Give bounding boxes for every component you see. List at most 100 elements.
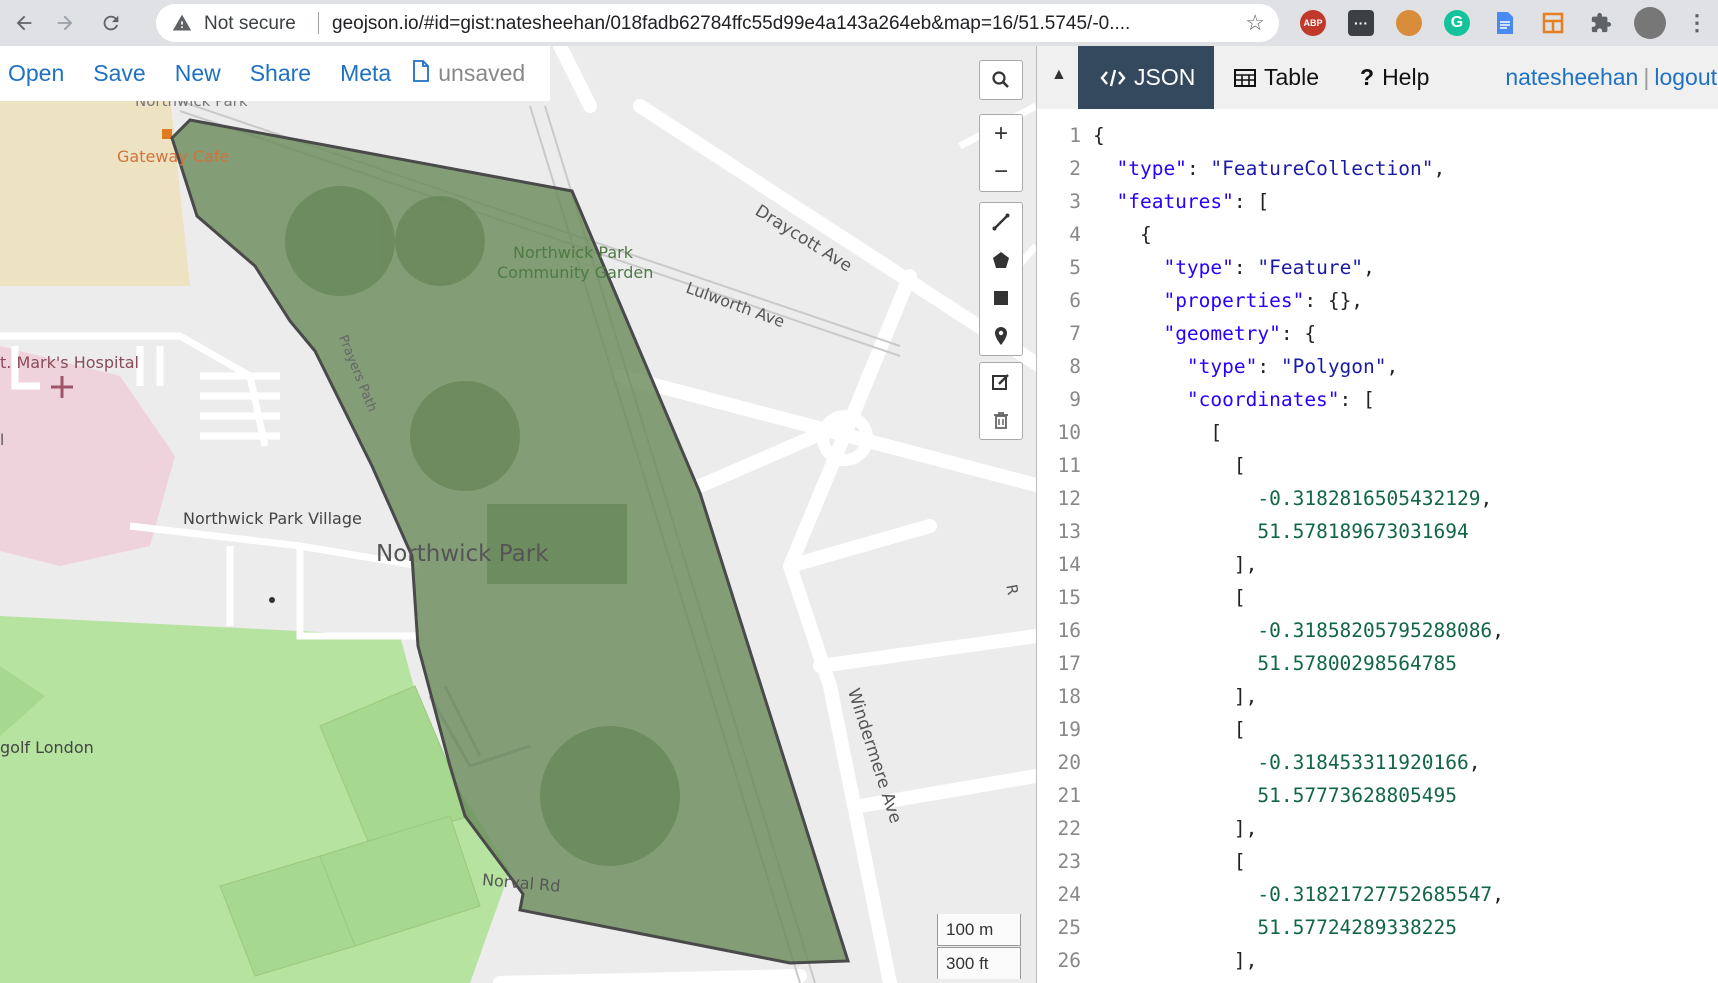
draw-rectangle-icon[interactable] xyxy=(980,279,1022,317)
line-number: 25 xyxy=(1057,916,1081,939)
layout-icon[interactable] xyxy=(1540,10,1566,36)
file-icon xyxy=(412,60,430,87)
user-links: natesheehan | logout xyxy=(1505,64,1717,91)
collapse-icon[interactable]: ▲ xyxy=(1051,66,1067,84)
puzzle-icon[interactable] xyxy=(1588,10,1614,36)
address-bar[interactable]: Not secure geojson.io/#id=gist:natesheeh… xyxy=(156,4,1279,42)
security-label: Not secure xyxy=(204,13,296,34)
address-divider xyxy=(318,12,319,34)
code-area[interactable]: { "type": "FeatureCollection", "features… xyxy=(1093,119,1504,977)
tab-help-label: Help xyxy=(1382,64,1430,90)
profile-avatar[interactable] xyxy=(1634,7,1666,39)
line-number-gutter: 1 2 3 4 5 6 7 8 9 10 11 12 13 14 15 16 17 18 19 20 21 22 23 24 2… xyxy=(1037,119,1081,977)
file-status: unsaved xyxy=(412,60,525,87)
star-icon[interactable]: ☆ xyxy=(1245,10,1265,36)
code-line: [ xyxy=(1093,454,1246,477)
tab-help[interactable]: ? Help xyxy=(1360,46,1429,109)
extension-icon[interactable]: ··· xyxy=(1348,10,1374,36)
map-base xyxy=(0,46,1036,983)
line-number: 24 xyxy=(1057,883,1081,906)
code-line: "coordinates": [ xyxy=(1186,388,1375,411)
code-line: -0.3182816505432129, xyxy=(1257,487,1493,510)
line-number: 13 xyxy=(1057,520,1081,543)
more-vert-icon[interactable]: ⋮ xyxy=(1684,10,1710,36)
line-number: 14 xyxy=(1057,553,1081,576)
menu-meta[interactable]: Meta xyxy=(340,60,391,87)
json-editor[interactable]: 1 2 3 4 5 6 7 8 9 10 11 12 13 14 15 16 17 18 19 20 21 22 23 24 2… xyxy=(1037,109,1718,983)
draw-polygon-icon[interactable] xyxy=(980,241,1022,279)
line-number: 8 xyxy=(1069,355,1081,378)
code-line: "features": [ xyxy=(1116,190,1270,213)
code-line: [ xyxy=(1093,718,1246,741)
line-number: 1 xyxy=(1069,124,1081,147)
panel-tabs: ▲ JSON Table ? Help natesheehan | logout xyxy=(1037,46,1718,109)
tab-json-label: JSON xyxy=(1134,64,1196,90)
line-number: 9 xyxy=(1069,388,1081,411)
logout-link[interactable]: logout xyxy=(1654,64,1717,90)
line-number: 4 xyxy=(1069,223,1081,246)
zoom-out-icon[interactable]: − xyxy=(980,153,1022,191)
delete-layers-icon[interactable] xyxy=(980,401,1022,439)
line-number: 16 xyxy=(1057,619,1081,642)
edit-toolbar xyxy=(979,362,1023,440)
cookie-icon[interactable] xyxy=(1396,10,1422,36)
menu-save[interactable]: Save xyxy=(93,60,145,87)
line-number: 15 xyxy=(1057,586,1081,609)
help-icon: ? xyxy=(1360,64,1375,90)
line-number: 11 xyxy=(1057,454,1081,477)
line-number: 21 xyxy=(1057,784,1081,807)
zoom-in-icon[interactable]: + xyxy=(980,115,1022,153)
menu-share[interactable]: Share xyxy=(250,60,311,87)
table-icon xyxy=(1234,68,1256,87)
code-line: -0.31821727752685547, xyxy=(1257,883,1504,906)
draw-line-icon[interactable] xyxy=(980,203,1022,241)
menu-open[interactable]: Open xyxy=(8,60,64,87)
scale-imperial: 300 ft xyxy=(937,947,1021,979)
line-number: 3 xyxy=(1069,190,1081,213)
draw-marker-icon[interactable] xyxy=(980,317,1022,355)
map-canvas[interactable]: Northwick Park Gateway Cafe Northwick Pa… xyxy=(0,46,1036,983)
edit-layers-icon[interactable] xyxy=(980,363,1022,401)
forward-arrow-icon[interactable] xyxy=(50,8,80,38)
line-number: 22 xyxy=(1057,817,1081,840)
code-line: [ xyxy=(1093,850,1246,873)
map-label-park: Northwick Park xyxy=(376,541,549,567)
code-line: 51.57773628805495 xyxy=(1257,784,1457,807)
code-line: ], xyxy=(1093,817,1258,840)
reload-icon[interactable] xyxy=(96,8,126,38)
map-label-village: Northwick Park Village xyxy=(183,509,362,528)
line-number: 5 xyxy=(1069,256,1081,279)
code-line: -0.318453311920166, xyxy=(1257,751,1481,774)
adblock-icon[interactable]: ABP xyxy=(1300,10,1326,36)
line-number: 10 xyxy=(1057,421,1081,444)
code-line: [ xyxy=(1093,421,1223,444)
map-label-community-garden-2: Community Garden xyxy=(497,263,654,282)
warning-icon xyxy=(172,13,192,38)
code-line: "type": "Feature", xyxy=(1163,256,1375,279)
line-number: 20 xyxy=(1057,751,1081,774)
back-arrow-icon[interactable] xyxy=(9,8,39,38)
code-line: 51.578189673031694 xyxy=(1257,520,1469,543)
search-icon[interactable] xyxy=(980,61,1022,99)
map-label-community-garden-1: Northwick Park xyxy=(513,243,634,262)
code-line: 51.57800298564785 xyxy=(1257,652,1457,675)
search-control xyxy=(979,60,1023,100)
map-label-gateway-cafe: Gateway Cafe xyxy=(117,147,230,166)
tab-table-label: Table xyxy=(1264,64,1319,90)
browser-toolbar: Not secure geojson.io/#id=gist:natesheeh… xyxy=(0,0,1718,46)
code-icon xyxy=(1100,68,1126,88)
code-line: "properties": {}, xyxy=(1163,289,1364,312)
line-number: 19 xyxy=(1057,718,1081,741)
side-panel: ▲ JSON Table ? Help natesheehan | logout 1… xyxy=(1036,46,1718,983)
grammarly-icon[interactable]: G xyxy=(1444,10,1470,36)
line-number: 12 xyxy=(1057,487,1081,510)
tab-json[interactable]: JSON xyxy=(1078,46,1214,109)
tab-table[interactable]: Table xyxy=(1234,46,1319,109)
menu-new[interactable]: New xyxy=(175,60,221,87)
username-link[interactable]: natesheehan xyxy=(1505,64,1638,90)
docs-icon[interactable] xyxy=(1492,10,1518,36)
code-line: ], xyxy=(1093,553,1258,576)
zoom-control: + − xyxy=(979,114,1023,192)
code-line: ], xyxy=(1093,685,1258,708)
url-text[interactable]: geojson.io/#id=gist:natesheehan/018fadb6… xyxy=(332,13,1130,35)
